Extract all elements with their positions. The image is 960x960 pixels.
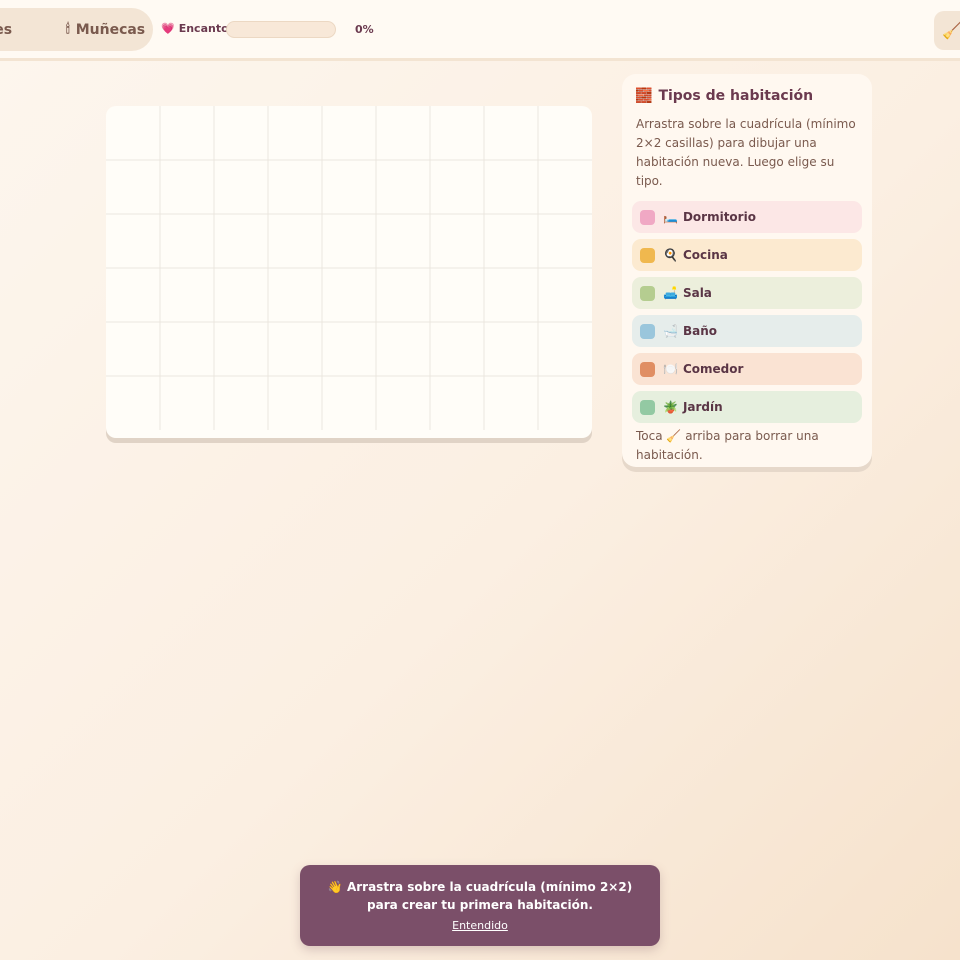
panel-footer-hint: Toca 🧹 arriba para borrar una habitación… — [632, 427, 862, 465]
waving-hand-icon: 👋 — [327, 880, 343, 894]
broom-icon: 🧹 — [666, 429, 682, 443]
room-name: Jardín — [682, 400, 723, 414]
hint-text-end: arriba para borrar una habitación. — [636, 429, 819, 462]
room-grid[interactable] — [106, 106, 592, 438]
room-name: Comedor — [682, 362, 744, 376]
tab-muebles[interactable]: uebles — [0, 22, 12, 38]
panel-description: Arrastra sobre la cuadrícula (mínimo 2×2… — [636, 117, 856, 188]
heart-icon: 💗 — [161, 22, 175, 35]
room-type-bano[interactable]: 🛁 Baño — [632, 315, 862, 347]
room-label: 🛋️ Sala — [663, 286, 712, 300]
doll-icon: 🕯 — [66, 22, 70, 37]
dismiss-toast-link[interactable]: Entendido — [452, 919, 508, 932]
couch-icon: 🛋️ — [663, 286, 678, 300]
room-label: 🍳 Cocina — [663, 248, 728, 262]
room-type-list: 🛏️ Dormitorio 🍳 Cocina 🛋️ Sala 🛁 Baño 🍽️… — [632, 201, 862, 423]
charm-percent: 0% — [355, 23, 374, 36]
room-label: 🪴 Jardín — [663, 400, 723, 414]
room-color-swatch — [640, 323, 655, 339]
charm-label: Encanto — [178, 22, 229, 35]
room-color-swatch — [640, 399, 655, 415]
room-type-sala[interactable]: 🛋️ Sala — [632, 277, 862, 309]
tab-munecas[interactable]: 🕯 Muñecas — [66, 22, 145, 38]
bed-icon: 🛏️ — [663, 210, 678, 224]
hint-text-start: Toca — [636, 429, 663, 443]
grid-lines — [106, 106, 592, 430]
bathtub-icon: 🛁 — [663, 324, 678, 338]
room-color-swatch — [640, 209, 655, 225]
charm-progress-bar — [226, 21, 336, 38]
top-bar: uebles 🕯 Muñecas 💗 Encanto 0% 🧹 — [0, 0, 960, 61]
panel-title: 🧱 Tipos de habitación — [632, 88, 862, 104]
room-label: 🍽️ Comedor — [663, 362, 743, 376]
room-name: Baño — [682, 324, 717, 338]
room-type-dormitorio[interactable]: 🛏️ Dormitorio — [632, 201, 862, 233]
room-color-swatch — [640, 247, 655, 263]
plate-icon: 🍽️ — [663, 362, 678, 376]
room-name: Dormitorio — [682, 210, 756, 224]
room-color-swatch — [640, 285, 655, 301]
room-name: Cocina — [682, 248, 728, 262]
onboarding-toast: 👋 Arrastra sobre la cuadrícula (mínimo 2… — [300, 865, 660, 946]
room-label: 🛏️ Dormitorio — [663, 210, 756, 224]
room-type-cocina[interactable]: 🍳 Cocina — [632, 239, 862, 271]
room-types-panel: 🧱 Tipos de habitación Arrastra sobre la … — [622, 74, 872, 467]
broom-icon: 🧹 — [942, 21, 960, 40]
charm-meter-label: 💗 Encanto — [161, 22, 229, 35]
toast-message: 👋 Arrastra sobre la cuadrícula (mínimo 2… — [300, 878, 660, 914]
room-color-swatch — [640, 361, 655, 377]
tool-tabs: uebles 🕯 Muñecas — [0, 8, 153, 51]
frying-pan-icon: 🍳 — [663, 248, 678, 262]
tab-label: Muñecas — [75, 21, 146, 38]
tab-label: uebles — [0, 21, 13, 38]
plant-icon: 🪴 — [663, 400, 678, 414]
room-type-jardin[interactable]: 🪴 Jardín — [632, 391, 862, 423]
panel-title-text: Tipos de habitación — [658, 88, 814, 104]
bricks-icon: 🧱 — [635, 88, 653, 104]
toast-text: Arrastra sobre la cuadrícula (mínimo 2×2… — [346, 880, 633, 912]
erase-room-button[interactable]: 🧹 — [934, 11, 960, 50]
room-name: Sala — [682, 286, 712, 300]
room-type-comedor[interactable]: 🍽️ Comedor — [632, 353, 862, 385]
room-label: 🛁 Baño — [663, 324, 717, 338]
